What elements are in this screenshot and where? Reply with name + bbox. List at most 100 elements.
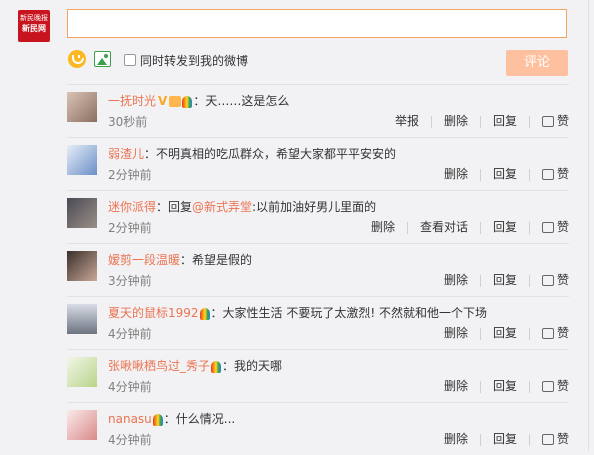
like-button[interactable]: 赞: [541, 326, 569, 340]
rainbow-icon: [211, 360, 222, 373]
like-label: 赞: [556, 167, 569, 181]
image-icon[interactable]: [94, 51, 111, 67]
thumbs-up-icon: [541, 169, 554, 180]
comment-actions: 删除 回复 赞: [432, 165, 569, 182]
comment-actions: 删除 回复 赞: [432, 271, 569, 288]
site-logo[interactable]: 新民晚报 新民网: [18, 10, 50, 42]
comment-actions: 删除 查看对话 回复 赞: [359, 218, 569, 235]
comment-time: 3分钟前: [108, 274, 152, 288]
comment-text: ：我的天哪: [222, 359, 283, 373]
view-conversation-button[interactable]: 查看对话: [420, 220, 468, 234]
delete-button[interactable]: 删除: [444, 273, 468, 287]
comment-list: 一抚时光 V ：天……这是怎么 30秒前 举报 删除 回复赞 弱渣儿：不明真相的吃瓜群众…: [67, 84, 569, 455]
divider: [479, 274, 481, 287]
comment-actions: 删除 回复 赞: [432, 377, 569, 394]
reply-button[interactable]: 回复: [493, 326, 517, 340]
comment-input[interactable]: [67, 9, 567, 38]
comment-actions: 举报 删除 回复 赞: [383, 112, 569, 129]
commenter-name[interactable]: nanasu: [108, 412, 152, 426]
delete-button[interactable]: 删除: [371, 220, 395, 234]
avatar[interactable]: [67, 198, 97, 228]
like-button[interactable]: 赞: [541, 167, 569, 181]
comment-time: 2分钟前: [108, 168, 152, 182]
delete-button[interactable]: 删除: [444, 167, 468, 181]
comment-item: 一抚时光 V ：天……这是怎么 30秒前 举报 删除 回复 赞: [67, 84, 569, 137]
divider: [479, 115, 481, 128]
comment-time: 4分钟前: [108, 380, 152, 394]
comment-text: ：希望是假的: [180, 253, 253, 267]
divider: [528, 327, 530, 340]
divider: [406, 221, 408, 234]
report-button[interactable]: 举报: [395, 114, 419, 128]
comment-item: 夏天的鼠标1992 ：大家性生活 不要玩了太激烈! 不然就和他一个下场 4分钟前 …: [67, 296, 569, 349]
divider: [528, 433, 530, 446]
delete-button[interactable]: 删除: [444, 379, 468, 393]
comment-item: 嫒剪一段温暖：希望是假的 3分钟前 删除 回复 赞: [67, 243, 569, 296]
commenter-name[interactable]: 一抚时光: [108, 94, 156, 108]
avatar[interactable]: [67, 357, 97, 387]
divider: [528, 168, 530, 181]
like-label: 赞: [556, 432, 569, 446]
comment-actions: 删除 回复 赞: [432, 324, 569, 341]
avatar[interactable]: [67, 410, 97, 440]
like-label: 赞: [556, 114, 569, 128]
comment-text: ：回复: [156, 200, 193, 214]
comment-time: 4分钟前: [108, 327, 152, 341]
like-button[interactable]: 赞: [541, 220, 569, 234]
reply-button[interactable]: 回复: [493, 273, 517, 287]
divider: [430, 115, 432, 128]
commenter-name[interactable]: 夏天的鼠标1992: [108, 306, 199, 320]
commenter-name[interactable]: 张啾啾栖鸟过_秀子: [108, 359, 210, 373]
comment-time: 30秒前: [108, 115, 148, 129]
divider: [479, 221, 481, 234]
like-button[interactable]: 赞: [541, 114, 569, 128]
comment-time: 4分钟前: [108, 433, 152, 447]
commenter-name[interactable]: 迷你派得: [108, 200, 156, 214]
comment-item: 张啾啾栖鸟过_秀子 ：我的天哪 4分钟前 删除 回复 赞: [67, 349, 569, 402]
reply-button[interactable]: 回复: [493, 220, 517, 234]
comment-text: ：不明真相的吃瓜群众，希望大家都平平安安的: [144, 147, 397, 161]
delete-button[interactable]: 删除: [444, 114, 468, 128]
avatar[interactable]: [67, 145, 97, 175]
divider: [528, 274, 530, 287]
comment-panel: 新民晚报 新民网 同时转发到我的微博 评论 一抚时光 V ：天……这是怎么 30秒前…: [0, 0, 589, 451]
thumbs-up-icon: [541, 116, 554, 127]
thumbs-up-icon: [541, 222, 554, 233]
like-button[interactable]: 赞: [541, 432, 569, 446]
avatar[interactable]: [67, 304, 97, 334]
like-label: 赞: [556, 326, 569, 340]
thumbs-up-icon: [541, 381, 554, 392]
repost-checkbox[interactable]: [124, 54, 136, 66]
thumbs-up-icon: [541, 328, 554, 339]
divider: [528, 221, 530, 234]
delete-button[interactable]: 删除: [444, 326, 468, 340]
divider: [528, 380, 530, 393]
commenter-name[interactable]: 嫒剪一段温暖: [108, 253, 180, 267]
comment-text-rest: :以前加油好男儿里面的: [252, 200, 377, 214]
divider: [479, 433, 481, 446]
like-label: 赞: [556, 379, 569, 393]
delete-button[interactable]: 删除: [444, 432, 468, 446]
repost-label: 同时转发到我的微博: [140, 54, 249, 68]
divider: [528, 115, 530, 128]
submit-comment-button[interactable]: 评论: [506, 50, 568, 76]
reply-button[interactable]: 回复: [493, 432, 517, 446]
rainbow-icon: [152, 413, 163, 426]
rainbow-icon: [199, 307, 210, 320]
avatar[interactable]: [67, 251, 97, 281]
avatar[interactable]: [67, 92, 97, 122]
like-label: 赞: [556, 273, 569, 287]
reply-button[interactable]: 回复: [493, 114, 517, 128]
like-button[interactable]: 赞: [541, 379, 569, 393]
mention-link[interactable]: @新式弄堂: [192, 200, 252, 214]
rainbow-icon: [182, 95, 193, 108]
divider: [479, 168, 481, 181]
reply-button[interactable]: 回复: [493, 379, 517, 393]
like-button[interactable]: 赞: [541, 273, 569, 287]
emoji-icon[interactable]: [68, 50, 86, 68]
reply-button[interactable]: 回复: [493, 167, 517, 181]
comment-item: 弱渣儿：不明真相的吃瓜群众，希望大家都平平安安的 2分钟前 删除 回复 赞: [67, 137, 569, 190]
commenter-name[interactable]: 弱渣儿: [108, 147, 144, 161]
comment-item: 迷你派得：回复@新式弄堂:以前加油好男儿里面的 2分钟前 删除 查看对话 回复 赞: [67, 190, 569, 243]
thumbs-up-icon: [541, 434, 554, 445]
